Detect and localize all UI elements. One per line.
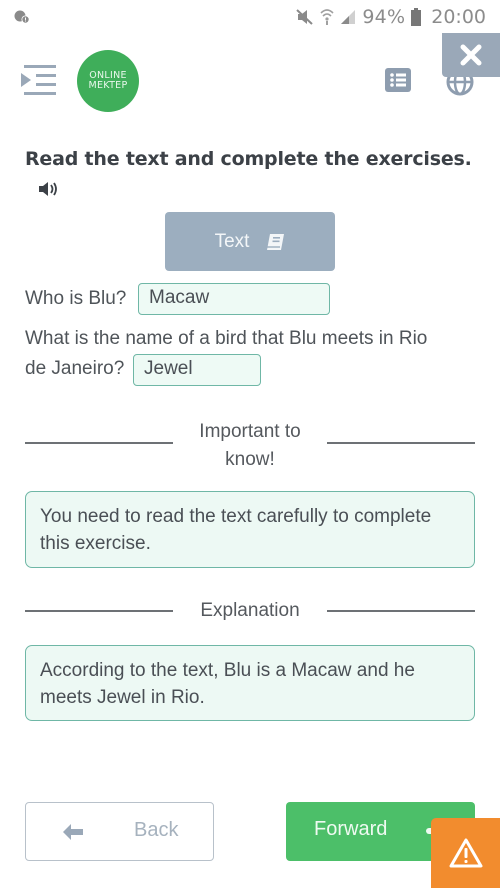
online-mektep-logo[interactable]: ONLINE MEKTEP	[77, 50, 139, 112]
answer-2-field[interactable]: Jewel	[133, 354, 261, 386]
important-note: You need to read the text carefully to c…	[25, 491, 475, 568]
important-divider: Important to know!	[25, 418, 475, 474]
question-2-text-line1: What is the name of a bird that Blu meet…	[25, 328, 428, 349]
close-icon	[460, 44, 482, 66]
status-icons: 94% 20:00	[296, 5, 486, 29]
explanation-divider: Explanation	[25, 597, 475, 625]
report-problem-button[interactable]	[431, 818, 500, 888]
list-icon[interactable]	[385, 68, 411, 92]
warning-icon	[449, 838, 482, 868]
page-title: Read the text and complete the exercises…	[25, 148, 472, 170]
notification-icon	[14, 10, 30, 24]
app-header: ONLINE MEKTEP	[0, 33, 500, 124]
important-heading: Important to know!	[25, 418, 475, 474]
speaker-icon[interactable]	[38, 180, 60, 198]
wifi-icon	[320, 9, 334, 25]
forward-button-label: Forward	[314, 818, 388, 840]
back-button-label: Back	[134, 819, 179, 841]
back-button[interactable]: Back	[25, 802, 214, 861]
close-button[interactable]	[442, 33, 500, 77]
answer-1-field[interactable]: Macaw	[138, 283, 330, 315]
logo-text-line2: MEKTEP	[88, 80, 128, 91]
question-2-text-line2: de Janeiro?	[25, 358, 125, 379]
text-button-label: Text	[214, 230, 250, 252]
menu-toggle-icon[interactable]	[20, 64, 57, 96]
battery-icon	[411, 8, 422, 26]
question-1-text: Who is Blu?	[25, 288, 127, 309]
signal-icon	[341, 10, 356, 24]
clock: 20:00	[431, 6, 486, 28]
open-text-button[interactable]: Text	[165, 212, 335, 271]
battery-percent: 94%	[362, 6, 406, 28]
book-icon	[267, 233, 285, 250]
important-heading-line1: Important to	[199, 421, 301, 442]
status-bar: 94% 20:00	[0, 0, 500, 34]
explanation-note: According to the text, Blu is a Macaw an…	[25, 645, 475, 721]
important-heading-line2: know!	[225, 449, 275, 470]
arrow-left-icon	[63, 824, 83, 840]
mute-icon	[296, 9, 314, 25]
explanation-heading: Explanation	[200, 600, 300, 621]
